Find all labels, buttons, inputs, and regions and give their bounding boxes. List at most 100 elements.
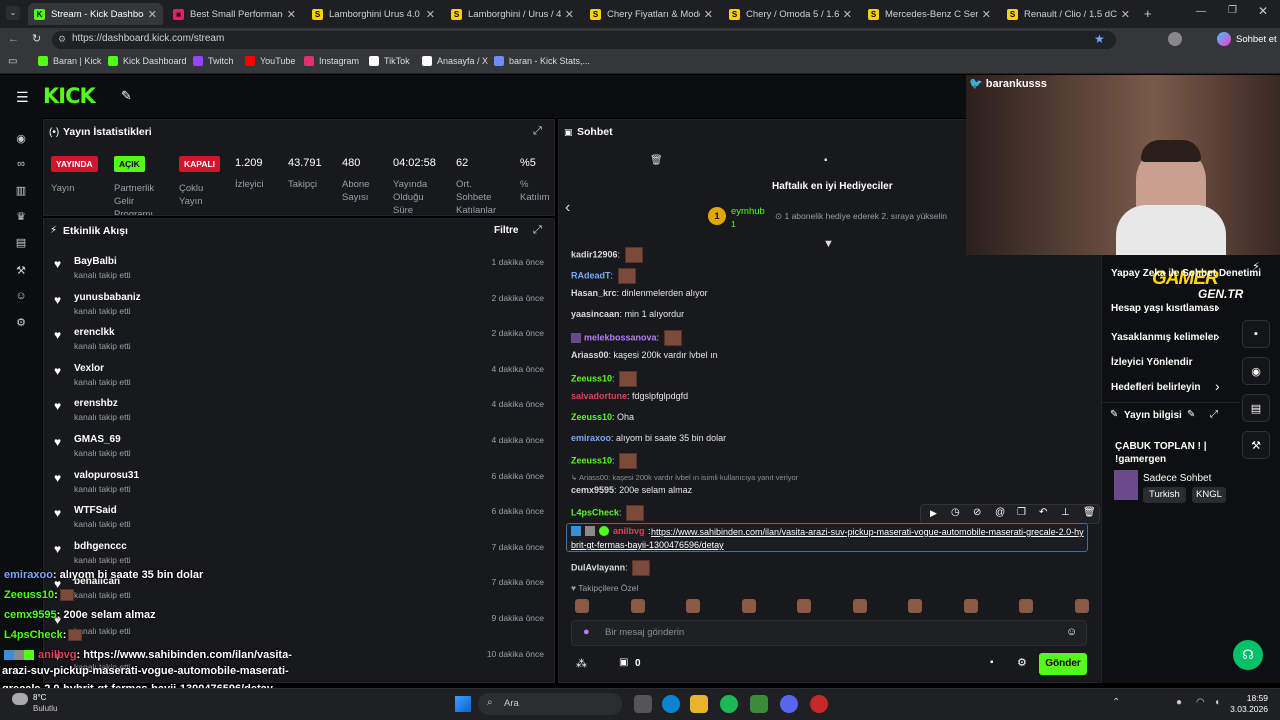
chat-settings-bubble-icon[interactable]: ▪ — [990, 657, 994, 668]
filter-button[interactable]: Filtre — [494, 225, 518, 236]
mention-icon[interactable]: @ — [995, 507, 1005, 518]
task-view-icon[interactable] — [634, 695, 652, 713]
expand-icon[interactable]: ⤢ — [533, 224, 542, 237]
expand-icon[interactable]: ⤢ — [1210, 409, 1218, 420]
tools-icon[interactable]: ⚒ — [1242, 431, 1270, 459]
chat-message[interactable]: Zeeuss10: Oha — [571, 412, 634, 422]
tab-close-icon[interactable]: ✕ — [982, 8, 991, 21]
avatar[interactable] — [1168, 32, 1182, 46]
chat-message[interactable]: melekbossanova: — [571, 330, 682, 346]
activity-username[interactable]: WTFSaid — [74, 505, 117, 516]
support-button[interactable]: ☊ — [1233, 640, 1263, 670]
menu-icon[interactable]: ☰ — [16, 89, 29, 106]
emote-icon[interactable] — [963, 599, 978, 613]
bookmark-item[interactable]: Instagram — [304, 56, 359, 66]
menu-banned-words[interactable]: Yasaklanmış kelimeler — [1111, 332, 1217, 343]
gift-icon[interactable]: ▣ — [619, 657, 628, 668]
tab-close-icon[interactable]: ✕ — [148, 8, 157, 21]
clock-date[interactable]: 3.03.2026 — [1222, 704, 1268, 714]
emote-icon[interactable] — [797, 599, 811, 613]
activity-username[interactable]: BayBalbi — [74, 256, 117, 267]
chat-message[interactable]: Ariass00: kaşesi 200k vardır lvbel ın — [571, 350, 718, 360]
community-icon[interactable]: ☺ — [14, 290, 28, 304]
discord-icon[interactable] — [780, 695, 798, 713]
emote-icon[interactable] — [686, 599, 700, 613]
browser-tab[interactable]: S Lamborghini / Urus / 4.0 / 2 ✕ — [445, 3, 580, 25]
app-icon[interactable] — [750, 695, 768, 713]
emote-icon[interactable] — [908, 599, 922, 613]
clock-time[interactable]: 18:59 — [1222, 693, 1268, 703]
chat-username[interactable]: Zeeuss10 — [571, 373, 612, 383]
mic-icon[interactable]: ● — [583, 626, 590, 638]
emote-icon[interactable] — [852, 599, 867, 613]
settings-icon[interactable]: ⚙ — [14, 316, 28, 330]
chat-icon[interactable]: ▪ — [1242, 320, 1270, 348]
category-name[interactable]: Sadece Sohbet — [1143, 473, 1211, 484]
tab-close-icon[interactable]: ✕ — [704, 8, 713, 21]
chat-username[interactable]: Ariass00 — [571, 350, 609, 360]
play-icon[interactable]: ▶ — [930, 508, 937, 519]
ban-icon[interactable]: ⊘ — [973, 507, 981, 518]
reply-icon[interactable]: ↶ — [1039, 507, 1047, 518]
browser-tab[interactable]: S Mercedes-Benz C Serisi C 18 ✕ — [862, 3, 997, 25]
chat-username[interactable]: salvadortune — [571, 391, 627, 401]
timeout-icon[interactable]: ◷ — [951, 507, 960, 518]
analytics-icon[interactable]: ▥ — [14, 184, 28, 198]
app-icon[interactable] — [810, 695, 828, 713]
edge-icon[interactable] — [662, 695, 680, 713]
tab-close-icon[interactable]: ✕ — [1121, 8, 1130, 21]
trash-icon[interactable]: 🗑 — [650, 155, 663, 166]
chat-username[interactable]: Zeeuss10 — [571, 412, 612, 422]
emote-icon[interactable] — [575, 599, 589, 613]
spotify-icon[interactable] — [720, 695, 738, 713]
chat-message[interactable]: Zeeuss10: — [571, 371, 638, 387]
trophy-icon[interactable]: ♛ — [14, 210, 28, 224]
chat-bubble-icon[interactable]: ▪ — [824, 155, 828, 166]
delete-icon[interactable]: 🗑 — [1083, 507, 1096, 518]
chat-username[interactable]: kadir12906 — [571, 249, 618, 259]
activity-username[interactable]: bdhgenccc — [74, 541, 127, 552]
activity-username[interactable]: erenclkk — [74, 327, 115, 338]
tab-close-icon[interactable]: ✕ — [426, 8, 435, 21]
broadcast-icon[interactable]: ◉ — [1242, 357, 1270, 385]
browser-tab[interactable]: ■ Best Small Performance SUV ✕ — [167, 3, 302, 25]
chat-message[interactable]: kadir12906: — [571, 247, 643, 263]
chat-username[interactable]: melekbossanova — [584, 332, 657, 342]
browser-tab[interactable]: S Chery / Omoda 5 / 1.6 T-GD ✕ — [723, 3, 858, 25]
emote-icon[interactable] — [1019, 599, 1033, 613]
browser-tab[interactable]: S Chery Fiyatları & Modelleri s ✕ — [584, 3, 719, 25]
activity-username[interactable]: Vexlor — [74, 363, 104, 374]
copilot-icon[interactable] — [1217, 32, 1231, 46]
wrench-icon[interactable]: ✎ — [121, 88, 132, 104]
menu-ai-moderation[interactable]: Yapay Zeka ile Sohbet Denetimi — [1111, 268, 1261, 279]
chat-message[interactable]: salvadortune: fdgslpfglpdgfd — [571, 391, 688, 401]
library-icon[interactable]: ▤ — [14, 236, 28, 250]
chat-message[interactable]: DulAvlayann: — [571, 560, 651, 576]
tab-close-icon[interactable]: ✕ — [843, 8, 852, 21]
new-tab-icon[interactable]: + — [1144, 6, 1152, 21]
copy-icon[interactable]: ❐ — [1017, 507, 1026, 518]
chat-message[interactable]: L4psCheck: — [571, 505, 645, 521]
tab-close-icon[interactable]: ✕ — [287, 8, 296, 21]
chevron-left-icon[interactable]: ‹ — [565, 199, 570, 217]
chat-link[interactable]: https://www.sahibinden.com/ilan/vasita-a… — [571, 526, 1085, 552]
send-button[interactable]: Gönder — [1039, 653, 1087, 675]
chat-message[interactable]: cemx9595: 200e selam almaz — [571, 485, 692, 495]
menu-goals[interactable]: Hedefleri belirleyin — [1111, 382, 1200, 393]
activity-username[interactable]: erenshbz — [74, 398, 118, 409]
edit-icon[interactable]: ✎ — [1187, 409, 1195, 420]
reload-icon[interactable]: ↻ — [32, 32, 41, 45]
emote-icon[interactable] — [630, 599, 645, 613]
chat-username[interactable]: Zeeuss10 — [571, 455, 612, 465]
chat-message[interactable]: yaasincaan: min 1 alıyordur — [571, 309, 684, 319]
bookmark-item[interactable]: Twitch — [193, 56, 234, 66]
chevron-right-icon[interactable]: › — [1215, 299, 1220, 315]
activity-username[interactable]: GMAS_69 — [74, 434, 121, 445]
chat-username[interactable]: Hasan_krc — [571, 288, 617, 298]
browser-tab[interactable]: K Stream - Kick Dashboard ✕ — [28, 3, 163, 25]
taskbar-search[interactable] — [478, 693, 622, 715]
pin-message-icon[interactable]: ⊥ — [1061, 507, 1070, 518]
chat-message[interactable]: emiraxoo: alıyom bi saate 35 bin dolar — [571, 433, 726, 443]
tools-icon[interactable]: ⚒ — [14, 264, 28, 278]
windows-start-icon[interactable] — [455, 696, 471, 712]
